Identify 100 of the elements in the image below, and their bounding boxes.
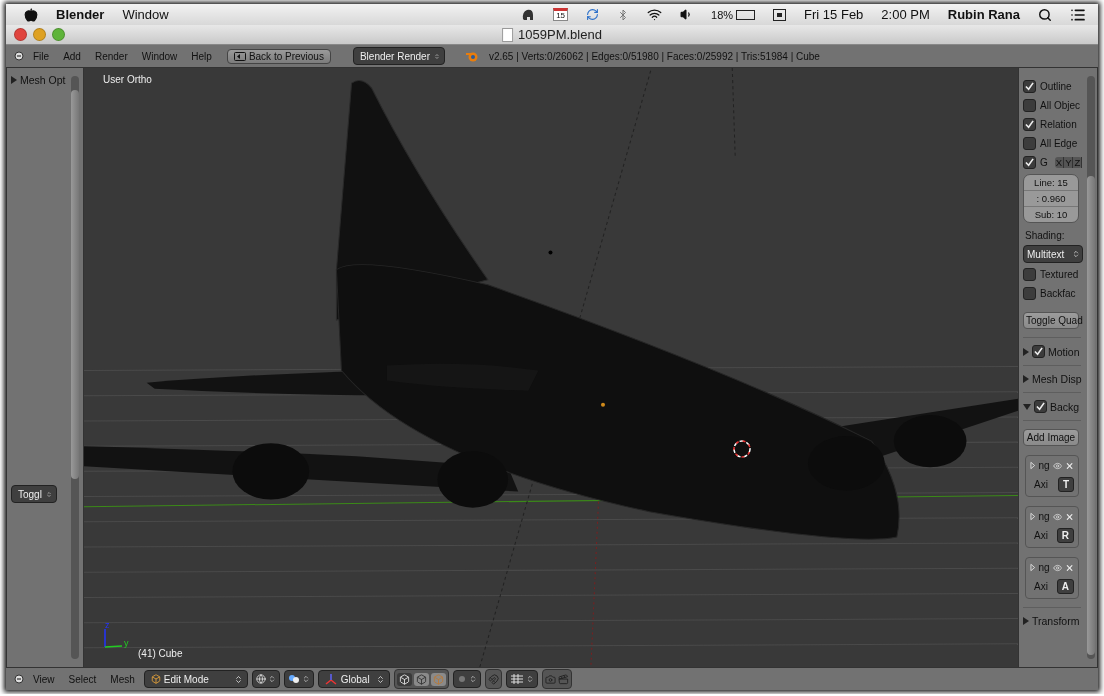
3d-cursor-icon[interactable] xyxy=(731,438,753,460)
axis-dropdown[interactable]: R xyxy=(1056,528,1074,543)
image-name: ng xyxy=(1038,562,1050,573)
add-image-button[interactable]: Add Image xyxy=(1023,429,1079,446)
check-icon xyxy=(1025,157,1034,167)
menu-item[interactable]: Add xyxy=(58,50,86,62)
3d-viewport[interactable]: User Ortho (41) Cube z y xyxy=(84,68,1018,667)
menu-item[interactable]: View xyxy=(28,673,60,685)
snap-toggle[interactable] xyxy=(484,669,502,689)
minimize-button[interactable] xyxy=(33,28,46,41)
up-down-arrows-icon xyxy=(525,675,534,683)
menu-item[interactable]: Render xyxy=(89,50,133,62)
battery-percentage: 18% xyxy=(711,8,734,21)
checkbox[interactable] xyxy=(1023,155,1036,169)
battery-icon[interactable] xyxy=(736,9,756,20)
checkbox[interactable] xyxy=(1023,136,1036,150)
panel-header[interactable]: Transform xyxy=(1023,613,1085,629)
select-mode-button[interactable] xyxy=(413,672,429,686)
scrollbar[interactable] xyxy=(71,76,79,659)
display-icon[interactable] xyxy=(773,8,787,21)
mode-dropdown[interactable]: Edit Mode xyxy=(143,670,248,688)
checkbox[interactable] xyxy=(1023,79,1036,93)
axis-dropdown[interactable]: T xyxy=(1057,477,1074,492)
image-name: ng xyxy=(1038,511,1050,522)
cube-icon xyxy=(432,673,444,685)
eye-icon[interactable] xyxy=(1052,460,1062,471)
axis-label: Axi xyxy=(1034,530,1048,541)
panel-header[interactable]: Backg xyxy=(1023,398,1085,415)
close-icon[interactable] xyxy=(1064,460,1074,471)
up-down-arrows-icon xyxy=(1072,250,1080,258)
expand-icon[interactable] xyxy=(1030,461,1036,470)
axis-dropdown[interactable]: A xyxy=(1056,579,1074,594)
wifi-icon[interactable] xyxy=(647,7,663,22)
toggle-dropdown[interactable]: Toggl xyxy=(11,485,57,503)
orientation-dropdown[interactable]: Global xyxy=(317,670,390,688)
panel-header[interactable]: Mesh Opt xyxy=(11,72,65,88)
window-title: 1059PM.blend xyxy=(518,27,602,42)
up-down-arrows-icon xyxy=(45,489,52,499)
time-text[interactable]: 2:00 PM xyxy=(881,7,930,22)
menu-item[interactable]: Window xyxy=(122,7,169,22)
circle-icon xyxy=(456,674,467,684)
screen-back-icon xyxy=(233,51,246,61)
checkbox-label: All Objec xyxy=(1040,99,1080,111)
app-menu[interactable]: Blender xyxy=(56,7,105,22)
number-field[interactable]: Line: 15 xyxy=(1024,175,1078,191)
date-text[interactable]: Fri 15 Feb xyxy=(804,7,864,22)
user-name[interactable]: Rubin Rana xyxy=(947,7,1020,22)
checkbox[interactable] xyxy=(1023,98,1036,112)
checkbox[interactable] xyxy=(1032,345,1045,358)
up-down-arrows-icon xyxy=(301,675,310,683)
expand-icon[interactable] xyxy=(1030,563,1036,572)
scrollbar[interactable] xyxy=(1087,76,1095,659)
back-to-previous-button[interactable]: Back to Previous xyxy=(226,48,331,64)
eye-icon[interactable] xyxy=(1052,562,1062,573)
close-icon[interactable] xyxy=(1064,511,1074,522)
view-label: User Ortho xyxy=(103,74,152,85)
panel-header[interactable]: Mesh Disp xyxy=(1023,371,1085,387)
eye-icon[interactable] xyxy=(1052,511,1062,522)
menu-item[interactable]: Help xyxy=(186,50,217,62)
panel-header[interactable]: Motion xyxy=(1023,343,1085,360)
viewport-shading-dropdown[interactable] xyxy=(283,670,314,688)
pivot-dropdown[interactable] xyxy=(251,670,280,688)
checkbox[interactable] xyxy=(1023,286,1036,300)
number-field[interactable]: Sub: 10 xyxy=(1024,207,1078,222)
shading-dropdown[interactable]: Multitext xyxy=(1023,245,1083,263)
object-label: (41) Cube xyxy=(138,648,183,659)
shading-label: Shading: xyxy=(1024,229,1066,242)
document-icon xyxy=(502,27,514,42)
editor-type-icon[interactable] xyxy=(14,51,24,61)
grid-icon xyxy=(509,674,524,684)
globe-icon xyxy=(255,674,266,684)
expand-icon[interactable] xyxy=(1030,512,1036,521)
camera-icon xyxy=(544,673,556,685)
sync-icon[interactable] xyxy=(586,8,600,21)
blender-logo-icon xyxy=(464,50,479,62)
apple-icon[interactable] xyxy=(24,7,38,22)
check-icon xyxy=(1025,119,1034,129)
select-mode-button[interactable] xyxy=(396,672,412,686)
checkbox[interactable] xyxy=(1023,267,1036,281)
checkbox[interactable] xyxy=(1034,400,1047,413)
proportional-edit-dropdown[interactable] xyxy=(452,670,481,688)
search-icon[interactable] xyxy=(1038,7,1052,22)
clapperboard-icon xyxy=(557,673,569,685)
editor-type-icon[interactable] xyxy=(14,674,24,684)
cube-icon xyxy=(150,674,161,684)
calendar-icon[interactable]: 15 xyxy=(553,8,569,21)
menu-item[interactable]: Mesh xyxy=(105,673,140,685)
checkbox[interactable] xyxy=(1023,117,1036,131)
number-field[interactable]: : 0.960 xyxy=(1024,191,1078,207)
zoom-button[interactable] xyxy=(52,28,65,41)
menu-item[interactable]: File xyxy=(28,50,55,62)
up-down-arrows-icon xyxy=(267,675,276,683)
close-button[interactable] xyxy=(14,28,27,41)
menu-item[interactable]: Window xyxy=(136,50,183,62)
close-icon[interactable] xyxy=(1064,562,1074,573)
render-engine-dropdown[interactable]: Blender Render xyxy=(352,47,445,65)
menu-item[interactable]: Select xyxy=(63,673,102,685)
checkbox-label: G xyxy=(1040,156,1048,168)
snap-element-dropdown[interactable] xyxy=(505,670,538,688)
magnet-icon xyxy=(487,673,499,685)
